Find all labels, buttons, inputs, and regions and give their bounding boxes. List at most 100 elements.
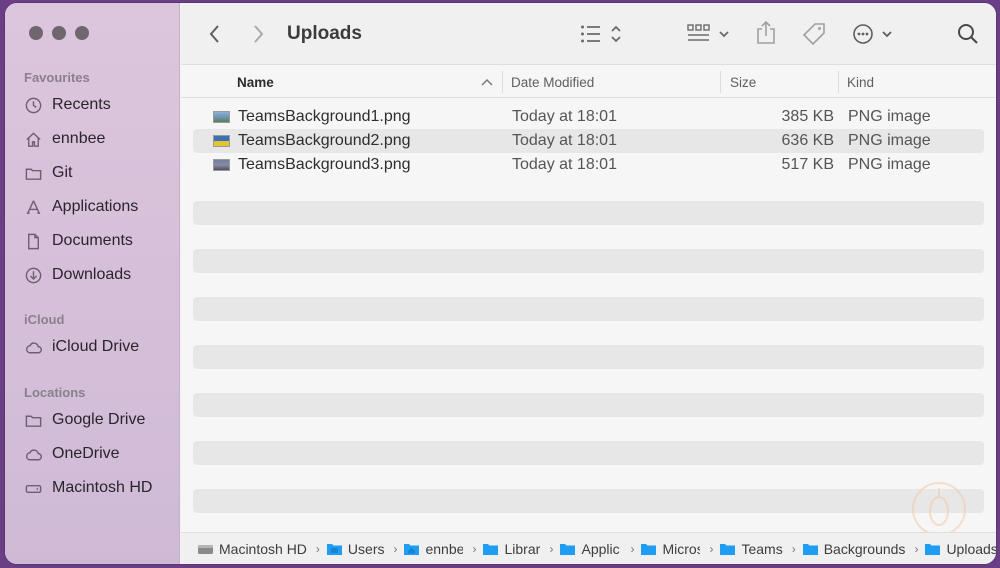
path-bar: Macintosh HD › Users › ennbe › Librar › Appl…	[181, 532, 996, 564]
actions-button[interactable]	[853, 23, 897, 45]
column-name[interactable]: Name	[237, 75, 274, 90]
path-crumb-label: ennbe	[425, 540, 464, 557]
image-thumbnail-icon	[213, 159, 230, 171]
file-size: 517 KB	[781, 156, 834, 173]
path-crumb-label: Applic	[581, 540, 620, 557]
view-list-button[interactable]	[580, 23, 626, 45]
file-name: TeamsBackground1.png	[238, 108, 411, 125]
chevron-right-icon	[254, 25, 264, 43]
sidebar-item-label: Downloads	[52, 266, 132, 283]
sidebar-item-ennbee[interactable]: ennbee	[24, 125, 174, 153]
path-crumb-teams[interactable]: Teams ›	[719, 541, 801, 557]
sidebar-item-recents[interactable]: Recents	[24, 91, 174, 119]
more-options-icon	[853, 24, 892, 44]
path-crumb-uploads[interactable]: Uploads	[924, 541, 996, 557]
folder-icon	[802, 543, 818, 555]
column-divider[interactable]	[502, 71, 503, 93]
empty-row	[193, 369, 984, 393]
window-title: Uploads	[287, 23, 362, 44]
sidebar-item-onedrive[interactable]: OneDrive	[24, 440, 174, 468]
grid-icon	[687, 24, 729, 41]
applications-icon	[26, 200, 41, 214]
path-crumb-label: Micros	[662, 540, 701, 557]
tags-button[interactable]	[801, 21, 827, 47]
column-kind[interactable]: Kind	[847, 75, 874, 90]
sidebar-item-documents[interactable]: Documents	[24, 227, 174, 255]
file-list: TeamsBackground1.png Today at 18:01 385 …	[193, 105, 984, 561]
document-icon	[28, 233, 39, 249]
sidebar-item-label: Applications	[52, 198, 139, 215]
folder-icon	[720, 543, 736, 555]
search-button[interactable]	[956, 22, 980, 46]
path-crumb-label: Uploads	[946, 540, 996, 557]
empty-row	[193, 441, 984, 465]
minimize-button[interactable]	[52, 26, 66, 40]
back-button[interactable]	[208, 21, 222, 47]
folder-icon	[326, 543, 342, 555]
folder-icon	[560, 543, 576, 555]
drive-icon	[25, 484, 42, 493]
search-icon	[958, 24, 978, 44]
sidebar-item-label: iCloud Drive	[52, 338, 140, 355]
share-button[interactable]	[755, 20, 777, 46]
folder-icon	[25, 168, 42, 180]
image-thumbnail-icon	[213, 111, 230, 123]
sidebar-item-downloads[interactable]: Downloads	[24, 261, 174, 289]
path-crumb-application-support[interactable]: Applic ›	[559, 541, 640, 557]
path-crumb-microsoft[interactable]: Micros ›	[640, 541, 719, 557]
drive-icon	[198, 544, 213, 554]
path-crumb-label: Macintosh HD	[219, 540, 307, 557]
sidebar-section-locations: Locations	[24, 385, 86, 400]
group-button[interactable]	[687, 23, 733, 45]
column-size[interactable]: Size	[730, 75, 756, 90]
tag-icon	[802, 23, 825, 46]
sidebar: Favourites Recents ennbee Git Applicatio…	[5, 3, 180, 564]
empty-row	[193, 273, 984, 297]
column-date-modified[interactable]: Date Modified	[511, 75, 594, 90]
path-crumb-ennbee[interactable]: ennbe ›	[403, 541, 482, 557]
sidebar-item-label: OneDrive	[52, 445, 120, 462]
path-crumb-label: Backgrounds	[823, 540, 906, 557]
file-row[interactable]: TeamsBackground3.png Today at 18:01 517 …	[193, 153, 984, 177]
close-button[interactable]	[29, 26, 43, 40]
logo-watermark-icon	[912, 482, 966, 536]
file-row[interactable]: TeamsBackground1.png Today at 18:01 385 …	[193, 105, 984, 129]
empty-row	[193, 321, 984, 345]
path-crumb-users[interactable]: Users ›	[326, 541, 404, 557]
file-kind: PNG image	[848, 108, 931, 125]
file-row[interactable]: TeamsBackground2.png Today at 18:01 636 …	[193, 129, 984, 153]
empty-row	[193, 177, 984, 201]
sidebar-item-icloud-drive[interactable]: iCloud Drive	[24, 333, 174, 361]
sidebar-item-label: ennbee	[52, 130, 106, 147]
cloud-icon	[26, 448, 42, 460]
zoom-button[interactable]	[75, 26, 89, 40]
sidebar-item-applications[interactable]: Applications	[24, 193, 174, 221]
empty-row	[193, 489, 984, 513]
clock-icon	[25, 97, 42, 113]
file-size: 385 KB	[781, 108, 834, 125]
path-crumb-backgrounds[interactable]: Backgrounds ›	[802, 541, 925, 557]
sidebar-section-favourites: Favourites	[24, 70, 90, 85]
empty-row	[193, 393, 984, 417]
column-divider[interactable]	[838, 71, 839, 93]
column-divider[interactable]	[720, 71, 721, 93]
file-name: TeamsBackground2.png	[238, 132, 411, 149]
sidebar-item-google-drive[interactable]: Google Drive	[24, 406, 174, 434]
forward-button[interactable]	[251, 21, 265, 47]
sidebar-section-icloud: iCloud	[24, 312, 65, 327]
sidebar-item-label: Git	[52, 164, 73, 181]
sidebar-item-macintosh-hd[interactable]: Macintosh HD	[24, 474, 174, 502]
folder-icon	[483, 543, 499, 555]
main-pane: Uploads Name Date Modified Size Kind Tea…	[181, 3, 996, 564]
sidebar-item-git[interactable]: Git	[24, 159, 174, 187]
image-thumbnail-icon	[213, 135, 230, 147]
file-name: TeamsBackground3.png	[238, 156, 411, 173]
sidebar-item-label: Documents	[52, 232, 133, 249]
file-date: Today at 18:01	[512, 132, 617, 149]
path-crumb-macintosh-hd[interactable]: Macintosh HD ›	[197, 541, 326, 557]
finder-window: Favourites Recents ennbee Git Applicatio…	[5, 3, 996, 564]
download-icon	[25, 267, 42, 283]
empty-row	[193, 297, 984, 321]
path-crumb-library[interactable]: Librar ›	[482, 541, 559, 557]
empty-row	[193, 465, 984, 489]
